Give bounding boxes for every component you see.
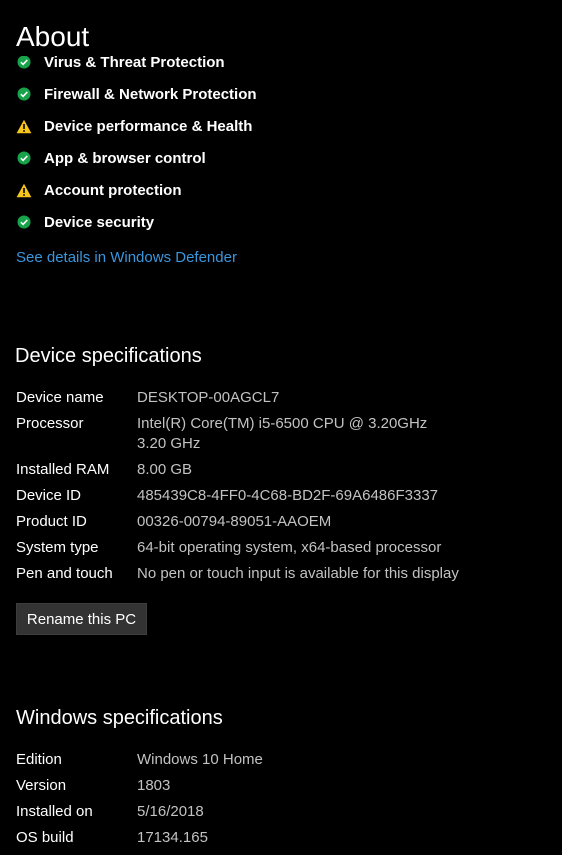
spec-value[interactable]: 1803 — [137, 776, 467, 802]
windows-specifications-heading: Windows specifications — [16, 707, 223, 729]
spec-label: Device ID — [16, 487, 82, 504]
spec-label: OS build — [16, 829, 74, 846]
protection-status-list: Virus & Threat Protection Firewall & Net… — [16, 46, 257, 238]
spec-value[interactable]: 64-bit operating system, x64-based proce… — [137, 538, 467, 564]
protection-item-account: Account protection — [16, 174, 257, 206]
check-circle-icon — [16, 214, 32, 230]
spec-row-device-id: Device ID 485439C8-4FF0-4C68-BD2F-69A648… — [16, 486, 467, 512]
device-specifications-heading: Device specifications — [15, 345, 202, 367]
spec-row-product-id: Product ID 00326-00794-89051-AAOEM — [16, 512, 467, 538]
spec-row-installed-on: Installed on 5/16/2018 — [16, 802, 467, 828]
spec-value[interactable]: 17134.165 — [137, 828, 467, 854]
spec-row-installed-ram: Installed RAM 8.00 GB — [16, 460, 467, 486]
protection-item-label: Account protection — [44, 181, 182, 199]
spec-value[interactable]: 8.00 GB — [137, 460, 467, 486]
rename-pc-button[interactable]: Rename this PC — [16, 603, 147, 635]
device-specifications-table: Device name DESKTOP-00AGCL7 Processor In… — [16, 388, 467, 590]
warning-icon — [16, 182, 32, 198]
windows-defender-details-link[interactable]: See details in Windows Defender — [16, 249, 237, 266]
spec-row-processor: Processor Intel(R) Core(TM) i5-6500 CPU … — [16, 414, 467, 460]
spec-label: Pen and touch — [16, 565, 113, 582]
protection-item-label: Device security — [44, 213, 155, 231]
warning-icon — [16, 118, 32, 134]
spec-value[interactable]: 5/16/2018 — [137, 802, 467, 828]
spec-label: Device name — [16, 389, 104, 406]
spec-value[interactable]: No pen or touch input is available for t… — [137, 564, 467, 590]
spec-label: Version — [16, 777, 67, 794]
page-title: About — [16, 18, 98, 56]
windows-specifications-table: Edition Windows 10 Home Version 1803 Ins… — [16, 750, 467, 854]
spec-row-version: Version 1803 — [16, 776, 467, 802]
spec-label: Installed RAM — [16, 461, 110, 478]
check-circle-icon — [16, 86, 32, 102]
spec-row-os-build: OS build 17134.165 — [16, 828, 467, 854]
protection-item-device-performance: Device performance & Health — [16, 110, 257, 142]
protection-item-label: Device performance & Health — [44, 117, 253, 135]
spec-value[interactable]: DESKTOP-00AGCL7 — [137, 388, 467, 414]
protection-item-firewall: Firewall & Network Protection — [16, 78, 257, 110]
spec-label: Installed on — [16, 803, 93, 820]
spec-value[interactable]: 00326-00794-89051-AAOEM — [137, 512, 467, 538]
spec-label: System type — [16, 539, 99, 556]
spec-label: Product ID — [16, 513, 87, 530]
spec-row-pen-and-touch: Pen and touch No pen or touch input is a… — [16, 564, 467, 590]
protection-item-app-browser: App & browser control — [16, 142, 257, 174]
spec-row-edition: Edition Windows 10 Home — [16, 750, 467, 776]
protection-item-label: Virus & Threat Protection — [44, 53, 225, 71]
protection-item-device-security: Device security — [16, 206, 257, 238]
spec-value[interactable]: Intel(R) Core(TM) i5-6500 CPU @ 3.20GHz … — [137, 414, 467, 460]
spec-value[interactable]: Windows 10 Home — [137, 750, 467, 776]
protection-item-label: Firewall & Network Protection — [44, 85, 257, 103]
protection-item-label: App & browser control — [44, 149, 206, 167]
check-circle-icon — [16, 54, 32, 70]
spec-row-system-type: System type 64-bit operating system, x64… — [16, 538, 467, 564]
spec-label: Edition — [16, 751, 62, 768]
spec-label: Processor — [16, 415, 84, 432]
spec-value[interactable]: 485439C8-4FF0-4C68-BD2F-69A6486F3337 — [137, 486, 467, 512]
check-circle-icon — [16, 150, 32, 166]
spec-row-device-name: Device name DESKTOP-00AGCL7 — [16, 388, 467, 414]
